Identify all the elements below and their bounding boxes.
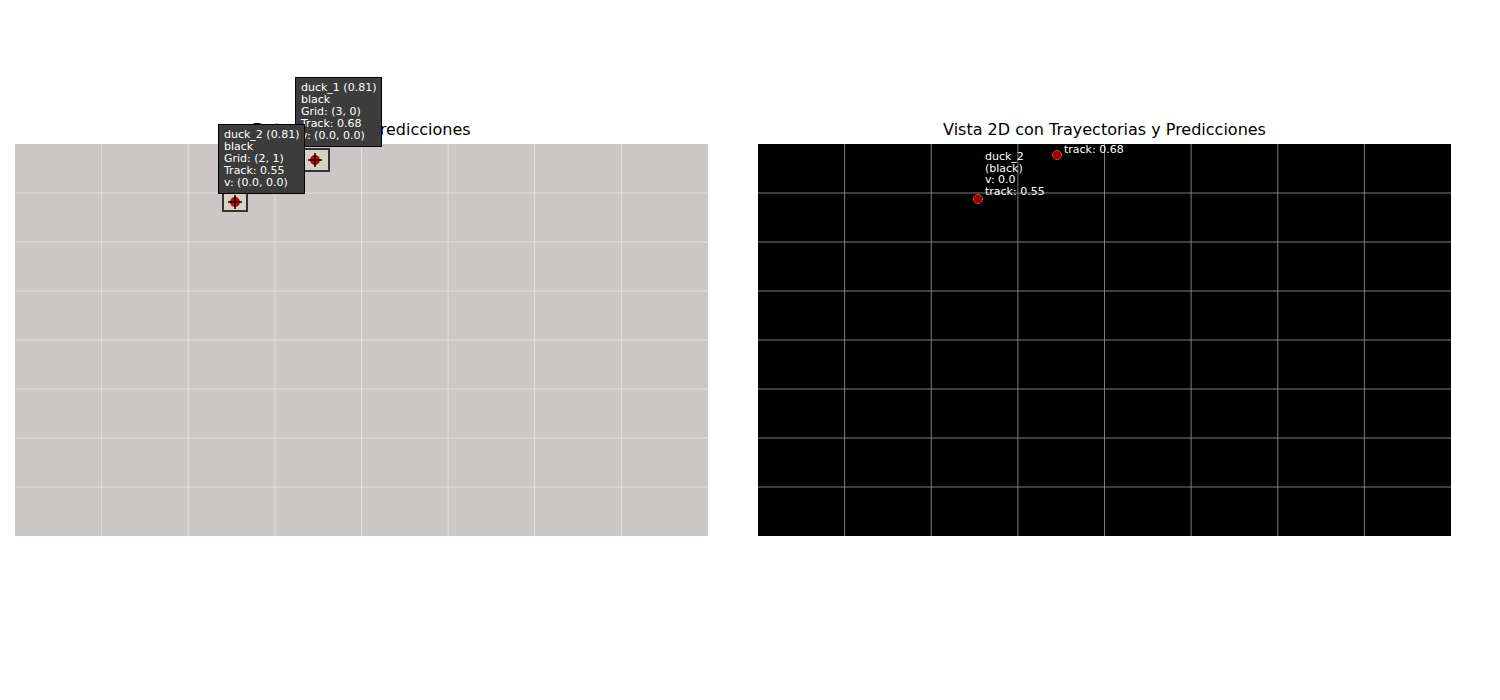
grid-lines [15, 144, 708, 536]
label-line: Grid: (2, 1) [224, 153, 299, 165]
left-subplot: Detecciones y Prediccionesduck_1 (0.81)b… [15, 121, 708, 700]
track-point [973, 194, 983, 204]
label-line: Track: 0.68 [301, 118, 376, 130]
label-line: duck_1 (0.81) [301, 82, 376, 94]
label-line: v: (0.0, 0.0) [224, 177, 299, 189]
subplot-title: Vista 2D con Trayectorias y Predicciones [758, 121, 1451, 139]
label-line: black [301, 94, 376, 106]
center-marker-icon [308, 153, 322, 167]
point-label: track: 0.68 [1064, 144, 1124, 156]
label-line: Grid: (3, 0) [301, 106, 376, 118]
label-line: duck_2 [985, 151, 1045, 163]
label-line: v: 0.0 [985, 174, 1045, 186]
right-subplot: Vista 2D con Trayectorias y Predicciones… [758, 121, 1451, 700]
label-line: duck_2 (0.81) [224, 129, 299, 141]
video-frame: duck_1 (0.81)blackGrid: (3, 0)Track: 0.6… [15, 144, 708, 536]
label-line: track: 0.68 [1064, 144, 1124, 156]
label-line: v: (0.0, 0.0) [301, 130, 376, 142]
label-line: track: 0.55 [985, 186, 1045, 198]
grid-lines [758, 144, 1451, 536]
detection-label: duck_1 (0.81)blackGrid: (3, 0)Track: 0.6… [295, 77, 382, 147]
figure: Detecciones y Prediccionesduck_1 (0.81)b… [0, 0, 1500, 700]
center-marker-icon [228, 195, 242, 209]
label-line: black [224, 141, 299, 153]
track-point [1052, 150, 1062, 160]
detection-label: duck_2 (0.81)blackGrid: (2, 1)Track: 0.5… [218, 124, 305, 194]
label-line: (black) [985, 163, 1045, 175]
point-label: duck_2(black)v: 0.0track: 0.55 [985, 151, 1045, 197]
detection-box [222, 192, 248, 212]
plot-area: track: 0.68 duck_2(black)v: 0.0track: 0.5… [758, 144, 1451, 536]
label-line: Track: 0.55 [224, 165, 299, 177]
